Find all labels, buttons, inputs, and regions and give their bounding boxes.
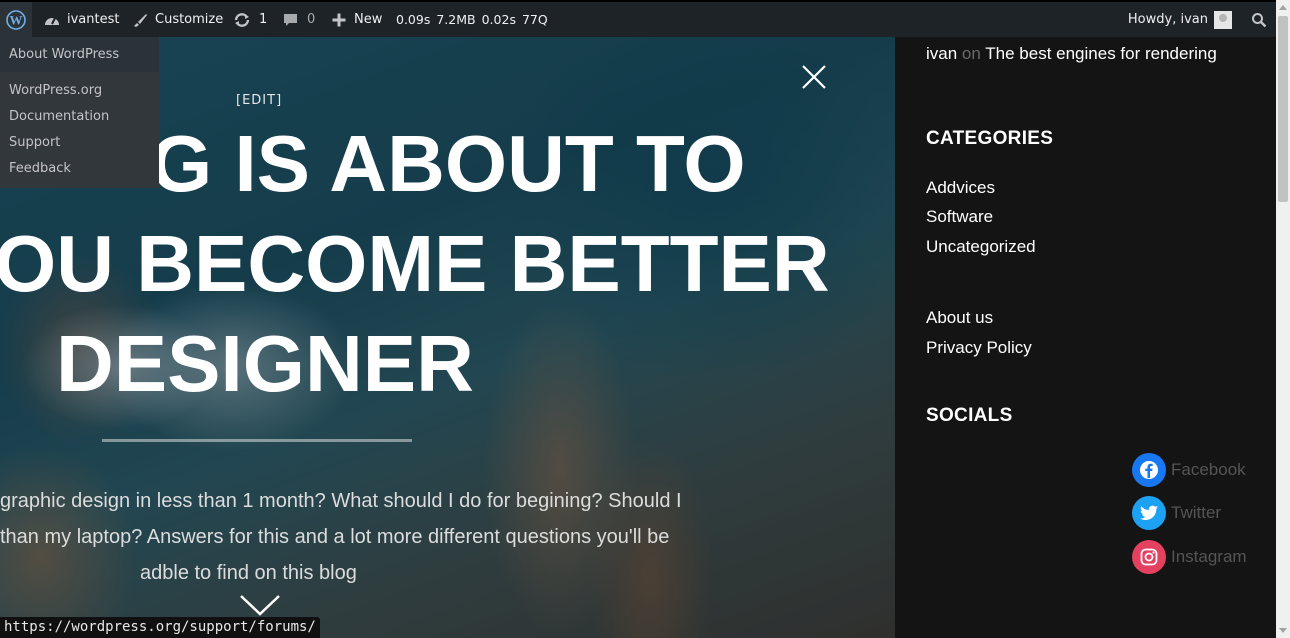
facebook-icon	[1132, 453, 1166, 487]
comment-post-link[interactable]: The best engines for rendering	[985, 44, 1217, 63]
search-icon	[1252, 12, 1267, 27]
recent-comment: ivan on The best engines for rendering	[926, 44, 1217, 64]
twitter-icon	[1132, 496, 1166, 530]
admin-bar: W ivantest Customize 1 0 New 0.09s 7.2MB…	[0, 0, 1276, 37]
divider	[102, 439, 412, 442]
close-icon[interactable]	[801, 64, 827, 90]
edit-link[interactable]: [EDIT]	[236, 93, 282, 108]
my-account-menu[interactable]: Howdy, ivan	[1128, 2, 1232, 37]
wordpress-logo-icon[interactable]: W	[0, 2, 32, 37]
customize-link[interactable]: Customize	[131, 2, 223, 37]
feedback-link[interactable]: Feedback	[0, 156, 159, 182]
updates-count: 1	[259, 12, 268, 27]
site-name-menu[interactable]: ivantest	[43, 2, 119, 37]
perf-time: 0.09s	[396, 12, 431, 27]
page-link-about-us[interactable]: About us	[926, 308, 993, 328]
plus-icon	[332, 13, 346, 26]
wordpress-org-link[interactable]: WordPress.org	[0, 78, 159, 104]
wp-logo-dropdown: About WordPress WordPress.org Documentat…	[0, 37, 159, 188]
new-label: New	[354, 12, 383, 27]
chevron-down-icon[interactable]	[239, 593, 281, 617]
social-twitter-link[interactable]: Twitter	[1132, 496, 1221, 530]
social-facebook-link[interactable]: Facebook	[1132, 453, 1246, 487]
sidebar: ivan on The best engines for rendering C…	[895, 37, 1276, 638]
comments-count: 0	[307, 12, 316, 27]
comment-icon	[284, 13, 297, 26]
category-link[interactable]: Addvices	[926, 178, 995, 198]
social-label: Facebook	[1171, 460, 1246, 479]
hero-headline-line-2: OU BECOME BETTER	[0, 219, 830, 308]
comments-link[interactable]: 0	[282, 2, 315, 37]
social-label: Twitter	[1171, 503, 1222, 522]
socials-heading: SOCIALS	[926, 405, 1013, 426]
social-instagram-link[interactable]: Instagram	[1132, 540, 1247, 574]
brush-icon	[134, 13, 147, 27]
category-link[interactable]: Uncategorized	[926, 237, 1036, 257]
search-button[interactable]	[1251, 2, 1267, 37]
about-wordpress-link[interactable]: About WordPress	[0, 37, 159, 72]
svg-text:W: W	[10, 12, 23, 27]
comment-on-text: on	[961, 44, 981, 63]
page-scrollbar[interactable]	[1276, 0, 1290, 638]
query-monitor[interactable]: 0.09s 7.2MB 0.02s 77Q	[396, 2, 548, 37]
new-content-link[interactable]: New	[331, 2, 382, 37]
refresh-icon	[234, 12, 250, 27]
hero-description-line-3: adble to find on this blog	[140, 562, 357, 584]
scrollbar-thumb[interactable]	[1278, 16, 1288, 202]
hero-description-line-2: than my laptop? Answers for this and a l…	[0, 526, 670, 548]
hero-description-line-1: graphic design in less than 1 month? Wha…	[0, 490, 682, 512]
dashboard-icon	[45, 17, 59, 25]
howdy-text: Howdy, ivan	[1127, 12, 1208, 27]
documentation-link[interactable]: Documentation	[0, 104, 159, 130]
category-link[interactable]: Software	[926, 207, 993, 227]
perf-query-time: 0.02s	[481, 12, 516, 27]
scroll-down-icon[interactable]	[1279, 628, 1287, 633]
hero-headline-line-1: G IS ABOUT TO	[150, 119, 746, 208]
support-link[interactable]: Support	[0, 130, 159, 156]
comment-author-link[interactable]: ivan	[926, 44, 957, 63]
hero-headline-line-3: DESIGNER	[56, 319, 474, 408]
perf-memory: 7.2MB	[436, 12, 476, 27]
page-link-privacy-policy[interactable]: Privacy Policy	[926, 338, 1032, 358]
perf-queries: 77Q	[521, 12, 548, 27]
avatar	[1214, 10, 1232, 29]
categories-heading: CATEGORIES	[926, 128, 1054, 149]
status-bar-url: https://wordpress.org/support/forums/	[0, 617, 320, 638]
scroll-up-icon[interactable]	[1279, 5, 1287, 10]
updates-link[interactable]: 1	[233, 2, 267, 37]
social-label: Instagram	[1171, 547, 1247, 566]
site-name: ivantest	[67, 12, 120, 27]
instagram-icon	[1132, 540, 1166, 574]
customize-label: Customize	[155, 12, 224, 27]
